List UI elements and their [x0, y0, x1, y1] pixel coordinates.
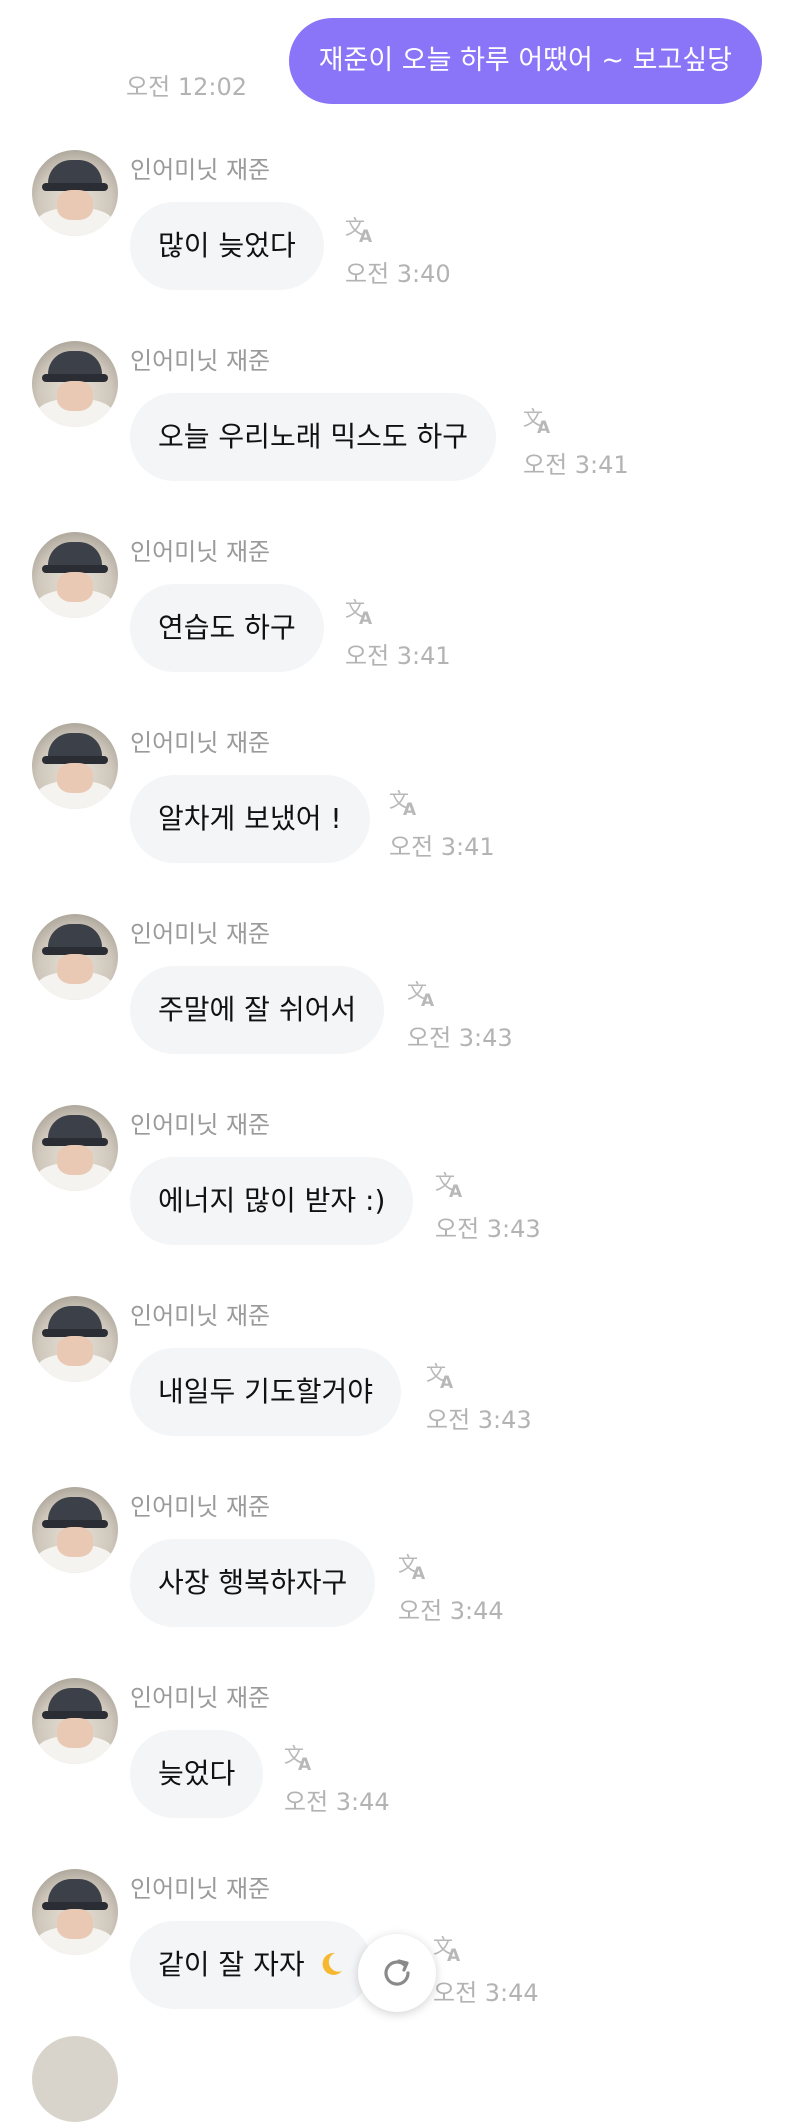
message-meta: 文A 오전 3:43	[435, 1165, 575, 1251]
message-meta: 文A 오전 3:40	[345, 210, 485, 296]
sender-name: 인어미닛 재준	[130, 1493, 271, 1521]
incoming-message: 인어미닛 재준 에너지 많이 받자 :) 文A 오전 3:43	[0, 1105, 795, 1295]
message-time: 오전 3:41	[389, 833, 495, 861]
message-time: 오전 3:44	[398, 1597, 504, 1625]
refresh-icon	[384, 1959, 410, 1986]
avatar[interactable]	[32, 1487, 118, 1573]
sender-name: 인어미닛 재준	[130, 1875, 271, 1903]
crescent-moon-icon	[322, 1952, 342, 1975]
message-bubble[interactable]: 늦었다	[130, 1730, 264, 1818]
message-meta: 文A 오전 3:44	[433, 1929, 573, 2015]
sender-name: 인어미닛 재준	[130, 156, 271, 184]
avatar[interactable]	[32, 2036, 118, 2122]
sender-name: 인어미닛 재준	[130, 729, 271, 757]
message-bubble[interactable]: 사장 행복하자구	[130, 1539, 376, 1627]
sender-name: 인어미닛 재준	[130, 347, 271, 375]
message-time: 오전 3:43	[435, 1215, 541, 1243]
translate-icon[interactable]: 文A	[426, 1361, 460, 1393]
message-bubble[interactable]: 오늘 우리노래 믹스도 하구	[130, 393, 497, 481]
message-meta: 文A 오전 3:43	[426, 1356, 566, 1442]
message-bubble[interactable]: 같이 잘 자자	[130, 1921, 372, 2009]
avatar[interactable]	[32, 723, 118, 809]
sender-name: 인어미닛 재준	[130, 1111, 271, 1139]
sender-name: 인어미닛 재준	[130, 1684, 271, 1712]
message-time: 오전 3:43	[407, 1024, 513, 1052]
incoming-message: 인어미닛 재준 많이 늦었다 文A 오전 3:40	[0, 150, 795, 340]
translate-icon[interactable]: 文A	[398, 1552, 432, 1584]
outgoing-bubble[interactable]: 재준이 오늘 하루 어땠어 ~ 보고싶당	[288, 18, 762, 104]
avatar[interactable]	[32, 1296, 118, 1382]
translate-icon[interactable]: 文A	[407, 979, 441, 1011]
message-time: 오전 3:41	[345, 642, 451, 670]
translate-icon[interactable]: 文A	[389, 788, 423, 820]
sender-name: 인어미닛 재준	[130, 920, 271, 948]
message-meta: 文A 오전 3:41	[389, 783, 529, 869]
message-time: 오전 3:44	[284, 1788, 390, 1816]
incoming-message: 인어미닛 재준 오늘 우리노래 믹스도 하구 文A 오전 3:41	[0, 341, 795, 531]
message-bubble[interactable]: 내일두 기도할거야	[130, 1348, 401, 1436]
message-meta: 文A 오전 3:43	[407, 974, 547, 1060]
translate-icon[interactable]: 文A	[433, 1934, 467, 1966]
message-bubble[interactable]: 주말에 잘 쉬어서	[130, 966, 385, 1054]
avatar[interactable]	[32, 341, 118, 427]
chat-thread: 오전 12:02 재준이 오늘 하루 어땠어 ~ 보고싶당 인어미닛 재준 많이…	[0, 0, 795, 2122]
message-bubble[interactable]: 에너지 많이 받자 :)	[130, 1157, 414, 1245]
incoming-message: 인어미닛 재준 연습도 하구 文A 오전 3:41	[0, 532, 795, 722]
incoming-message: 인어미닛 재준 내일두 기도할거야 文A 오전 3:43	[0, 1296, 795, 1486]
avatar[interactable]	[32, 532, 118, 618]
refresh-button[interactable]	[358, 1934, 436, 2012]
incoming-message: 인어미닛 재준 알차게 보냈어 ! 文A 오전 3:41	[0, 723, 795, 913]
message-meta: 文A 오전 3:44	[284, 1738, 424, 1824]
message-bubble[interactable]: 연습도 하구	[130, 584, 324, 672]
incoming-message: 인어미닛 재준 주말에 잘 쉬어서 文A 오전 3:43	[0, 914, 795, 1104]
message-time: 오전 3:43	[426, 1406, 532, 1434]
avatar[interactable]	[32, 150, 118, 236]
avatar[interactable]	[32, 1105, 118, 1191]
translate-icon[interactable]: 文A	[523, 406, 557, 438]
avatar[interactable]	[32, 1869, 118, 1955]
translate-icon[interactable]: 文A	[284, 1743, 318, 1775]
avatar[interactable]	[32, 1678, 118, 1764]
message-bubble[interactable]: 많이 늦었다	[130, 202, 324, 290]
sender-name: 인어미닛 재준	[130, 1302, 271, 1330]
message-meta: 文A 오전 3:41	[345, 592, 485, 678]
message-meta: 文A 오전 3:41	[523, 401, 663, 487]
outgoing-message: 오전 12:02 재준이 오늘 하루 어땠어 ~ 보고싶당	[0, 0, 795, 130]
translate-icon[interactable]: 文A	[345, 215, 379, 247]
translate-icon[interactable]: 文A	[435, 1170, 469, 1202]
message-meta: 文A 오전 3:44	[398, 1547, 538, 1633]
message-bubble[interactable]: 알차게 보냈어 !	[130, 775, 370, 863]
message-time: 오전 12:02	[126, 73, 247, 101]
message-time: 오전 3:40	[345, 260, 451, 288]
incoming-message: 인어미닛 재준 사장 행복하자구 文A 오전 3:44	[0, 1487, 795, 1677]
avatar[interactable]	[32, 914, 118, 1000]
message-time: 오전 3:41	[523, 451, 629, 479]
message-time: 오전 3:44	[433, 1979, 539, 2007]
message-text: 같이 잘 자자	[158, 1948, 305, 1981]
translate-icon[interactable]: 文A	[345, 597, 379, 629]
sender-name: 인어미닛 재준	[130, 538, 271, 566]
incoming-message: 인어미닛 재준 늦었다 文A 오전 3:44	[0, 1678, 795, 1868]
